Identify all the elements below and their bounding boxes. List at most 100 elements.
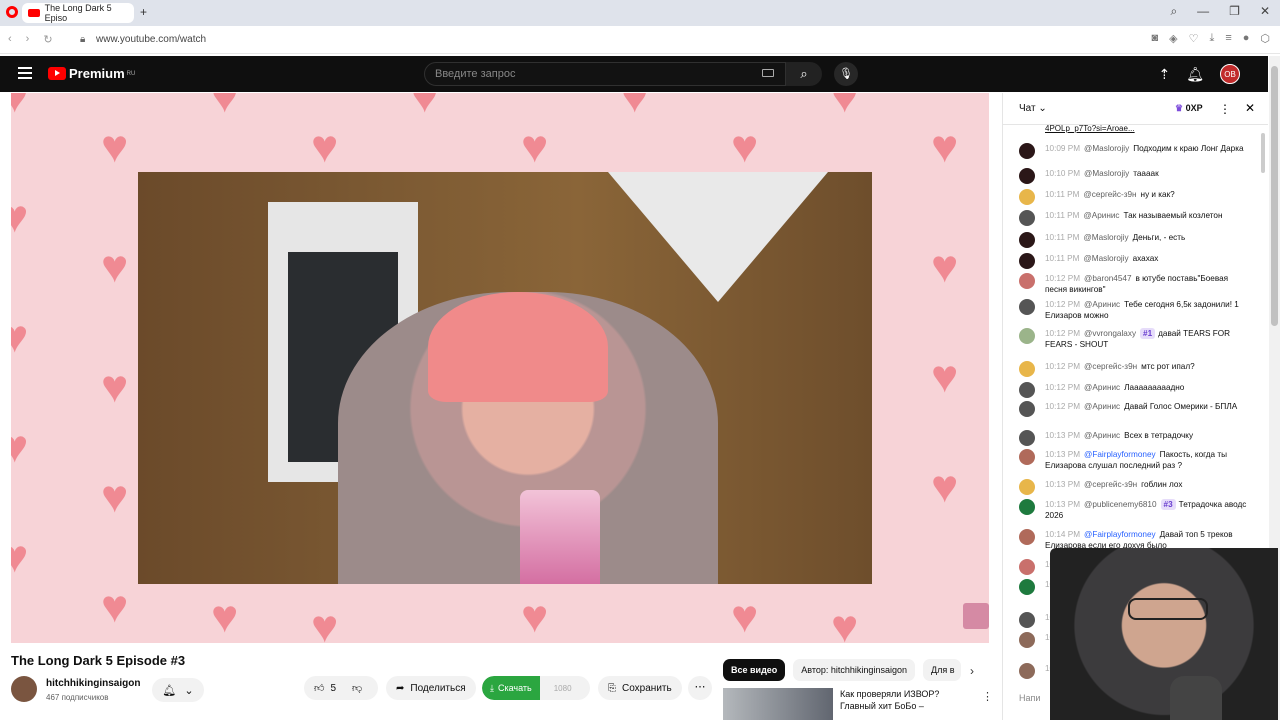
like-icon[interactable]: 👍︎ [314,682,324,694]
voice-search-button[interactable]: 🎙︎ [834,62,858,86]
back-icon[interactable]: ‹ [8,33,12,46]
chat-author-avatar[interactable] [1019,579,1035,595]
chat-author-avatar[interactable] [1019,273,1035,289]
heart-decoration: ♥ [831,600,859,643]
chat-menu-icon[interactable]: ⋮ [1219,102,1231,116]
chat-scrollbar[interactable] [1261,133,1265,173]
search-button[interactable]: ⌕ [786,62,822,86]
chat-author-avatar[interactable] [1019,612,1035,628]
recommendation-thumbnail[interactable] [723,688,833,720]
profile-icon[interactable]: ● [1243,32,1250,45]
chevron-right-icon[interactable]: › [970,664,974,678]
chat-author[interactable]: @Fairplayformoney [1084,530,1156,539]
opera-logo-icon[interactable] [6,6,18,18]
chat-title-dropdown[interactable]: Чат ⌄ [1019,103,1047,114]
close-chat-icon[interactable]: ✕ [1245,101,1255,115]
chat-author[interactable]: @Fairplayformoney [1084,450,1156,459]
recommendation-title[interactable]: Как проверяли ИЗВОР? Главный хит БоБо – [840,688,970,712]
chat-author-avatar[interactable] [1019,499,1035,515]
chat-input[interactable]: Напи [1019,693,1040,703]
chat-author[interactable]: @Аринис [1084,300,1120,309]
upload-icon[interactable]: ⇡ [1158,66,1170,83]
save-button[interactable]: ⎘ Сохранить [598,676,682,700]
chat-author-avatar[interactable] [1019,168,1035,184]
url-field[interactable]: www.youtube.com/watch [96,34,206,45]
chat-author-avatar[interactable] [1019,210,1035,226]
dislike-icon[interactable]: 👎︎ [352,682,362,694]
maximize-icon[interactable]: ❐ [1229,4,1240,19]
download-icon[interactable]: ⤓ [1209,32,1214,45]
chat-author[interactable]: @Maslorojiy [1084,144,1129,153]
chat-author-avatar[interactable] [1019,559,1035,575]
chat-author-avatar[interactable] [1019,361,1035,377]
chat-author-avatar[interactable] [1019,479,1035,495]
forward-icon[interactable]: › [26,33,30,46]
chat-author[interactable]: @сергейс-з9н [1083,190,1136,199]
video-player[interactable]: ♥ ♥ ♥ ♥ ♥ ♥ ♥ ♥ ♥ ♥ ♥ ♥ ♥ ♥ ♥ ♥ ♥ ♥ ♥ ♥ … [11,93,989,643]
close-window-icon[interactable]: ✕ [1260,4,1270,19]
heart-icon[interactable]: ♡ [1189,32,1199,45]
subscribe-bell-button[interactable]: 🔔︎ ⌄ [152,678,204,702]
search-tabs-icon[interactable]: ⌕ [1170,4,1177,19]
chat-author[interactable]: @baron4547 [1084,274,1131,283]
chat-author[interactable]: @Maslorojiy [1084,169,1129,178]
chat-author[interactable]: @Аринис [1084,383,1120,392]
recommendation-menu-icon[interactable]: ⋮ [982,690,993,703]
chat-author-avatar[interactable] [1019,632,1035,648]
chat-message: 10:12 PM @Аринис Тебе сегодня 6,5к задонил… [1019,299,1249,321]
chat-author-avatar[interactable] [1019,253,1035,269]
chat-author[interactable]: @Аринис [1084,431,1120,440]
chip-for-you[interactable]: Для в [922,659,961,681]
chat-link[interactable]: 4POLp_p7To?si=Aroae... [1045,124,1135,133]
chat-author-avatar[interactable] [1019,663,1035,679]
chat-author[interactable]: @vvrongalaxy [1084,329,1136,338]
hamburger-menu-icon[interactable] [18,67,32,79]
camera-icon[interactable]: ◙ [1151,32,1158,45]
channel-name[interactable]: hitchhikinginsaigon [46,678,140,689]
chip-all[interactable]: Все видео [723,659,786,681]
minimize-icon[interactable]: — [1197,4,1209,19]
download-button[interactable]: ⤓ Скачать 1080 [482,676,590,700]
download-primary[interactable]: ⤓ Скачать [482,676,540,700]
heart-decoration: ♥ [931,460,959,512]
more-actions-button[interactable]: ⋯ [688,676,712,700]
keyboard-icon[interactable] [762,69,774,77]
chat-author[interactable]: @Аринис [1084,402,1120,411]
chat-author[interactable]: @Maslorojiy [1083,254,1128,263]
download-quality[interactable]: 1080 [546,684,580,693]
chat-author-avatar[interactable] [1019,529,1035,545]
subscriber-count: 467 подписчиков [46,693,109,702]
browser-tab[interactable]: The Long Dark 5 Episo [22,3,134,23]
chat-author-avatar[interactable] [1019,143,1035,159]
chat-author-avatar[interactable] [1019,401,1035,417]
ceiling-triangle [608,172,828,302]
chip-author[interactable]: Автор: hitchhikinginsaigon [793,659,915,681]
chat-author-avatar[interactable] [1019,328,1035,344]
chat-author-avatar[interactable] [1019,299,1035,315]
chat-author[interactable]: @сергейс-з9н [1084,362,1137,371]
shield-icon[interactable]: ◈ [1169,32,1177,45]
menu-icon[interactable]: ≡ [1225,32,1231,45]
search-input[interactable]: Введите запрос [424,62,786,86]
new-tab-button[interactable]: + [140,5,147,19]
reload-icon[interactable]: ↻ [43,33,52,46]
scrollbar-thumb[interactable] [1271,66,1278,326]
chat-author-avatar[interactable] [1019,449,1035,465]
heart-decoration: ♥ [211,93,239,122]
chat-author-avatar[interactable] [1019,232,1035,248]
chat-author-avatar[interactable] [1019,430,1035,446]
youtube-logo[interactable]: Premium RU [48,66,135,81]
chat-author[interactable]: @Maslorojiy [1083,233,1128,242]
chat-author[interactable]: @publicenemy6810 [1084,500,1157,509]
channel-avatar[interactable] [11,676,37,702]
chat-author-avatar[interactable] [1019,382,1035,398]
chat-author[interactable]: @сергейс-з9н [1084,480,1137,489]
xp-badge[interactable]: ♛ 0XP [1175,103,1203,114]
notifications-bell-icon[interactable]: 🔔︎ [1186,66,1204,83]
extensions-icon[interactable]: ⬡ [1260,32,1270,45]
heart-decoration: ♥ [11,190,29,242]
chat-author-avatar[interactable] [1019,189,1035,205]
share-button[interactable]: ➦ Поделиться [386,676,476,700]
avatar[interactable]: ОВ [1220,64,1240,84]
chat-author[interactable]: @Аринис [1083,211,1119,220]
